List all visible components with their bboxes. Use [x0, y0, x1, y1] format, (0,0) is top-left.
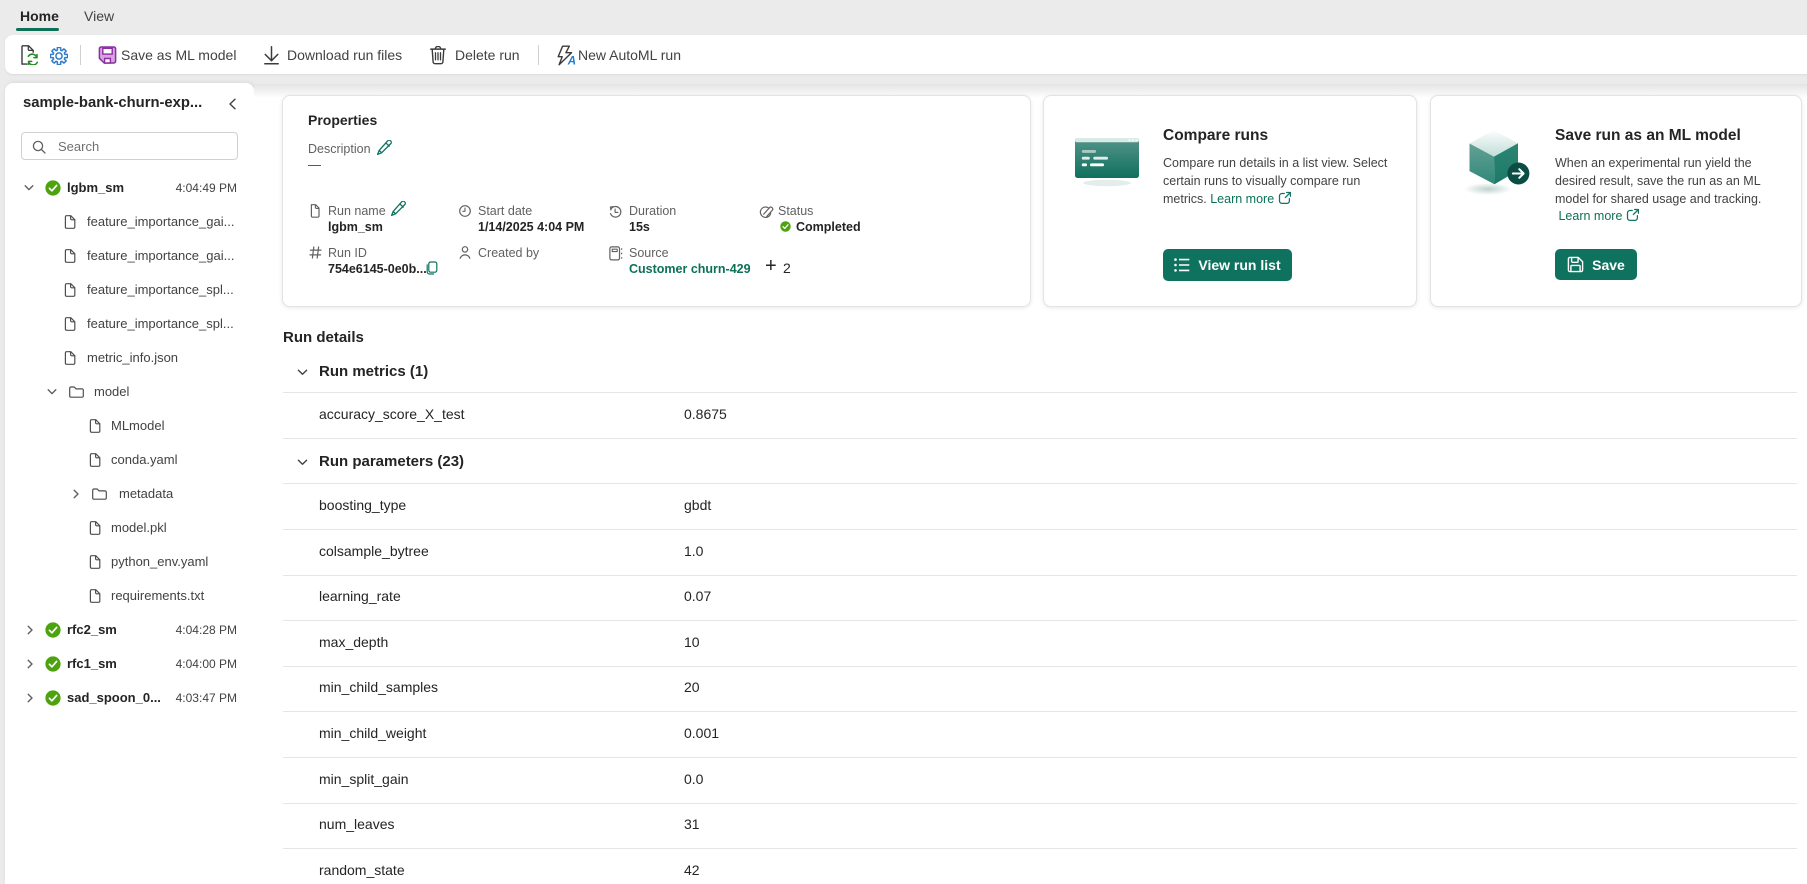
svg-text:A: A [567, 56, 576, 67]
